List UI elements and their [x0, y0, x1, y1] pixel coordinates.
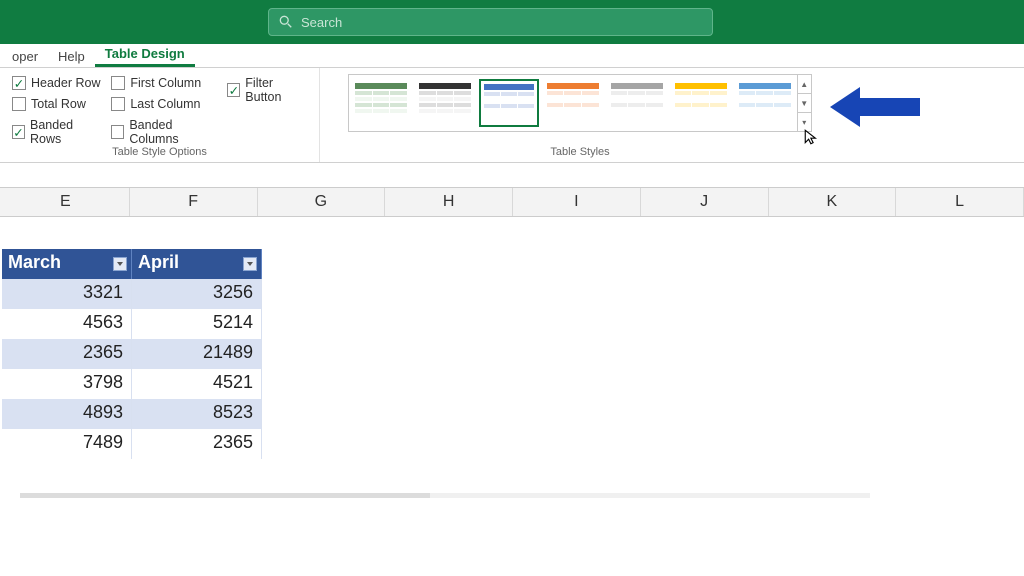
- table-style-thumb-4[interactable]: [543, 79, 603, 127]
- col-header-J[interactable]: J: [641, 188, 769, 216]
- gallery-scroll-up[interactable]: ▲: [798, 75, 811, 94]
- table-styles-gallery: ▲ ▼ ▾: [348, 74, 812, 132]
- tab-table-design[interactable]: Table Design: [95, 42, 195, 67]
- tab-developer[interactable]: oper: [2, 45, 48, 67]
- gallery-scroll-down[interactable]: ▼: [798, 94, 811, 113]
- table-style-thumb-2[interactable]: [415, 79, 475, 127]
- banded-columns-checkbox[interactable]: Banded Columns: [111, 118, 217, 146]
- col-header-L[interactable]: L: [896, 188, 1024, 216]
- first-column-checkbox[interactable]: First Column: [111, 76, 217, 90]
- table-header-april[interactable]: April: [132, 249, 262, 279]
- search-input[interactable]: Search: [268, 8, 713, 36]
- total-row-checkbox[interactable]: Total Row: [12, 97, 101, 111]
- options-group-label: Table Style Options: [0, 146, 319, 160]
- gallery-expand[interactable]: ▾: [798, 113, 811, 131]
- table-row: 33213256: [2, 279, 262, 309]
- title-bar: Search: [0, 0, 1024, 44]
- search-icon: [279, 15, 293, 29]
- table-style-thumb-3-selected[interactable]: [479, 79, 539, 127]
- column-headers: E F G H I J K L: [0, 187, 1024, 217]
- filter-dropdown-april[interactable]: [243, 257, 257, 271]
- gallery-scroll: ▲ ▼ ▾: [797, 75, 811, 131]
- header-row-checkbox[interactable]: ✓Header Row: [12, 76, 101, 90]
- table-style-options-group: ✓Header Row Total Row ✓Banded Rows First…: [0, 68, 320, 162]
- scrollbar-thumb[interactable]: [20, 493, 430, 498]
- banded-rows-checkbox[interactable]: ✓Banded Rows: [12, 118, 101, 146]
- col-header-F[interactable]: F: [130, 188, 258, 216]
- col-header-E[interactable]: E: [2, 188, 130, 216]
- col-header-G[interactable]: G: [258, 188, 386, 216]
- table-style-thumb-5[interactable]: [607, 79, 667, 127]
- search-placeholder: Search: [301, 15, 342, 30]
- table-row: 236521489: [2, 339, 262, 369]
- col-header-I[interactable]: I: [513, 188, 641, 216]
- table-header-march[interactable]: March: [2, 249, 132, 279]
- last-column-checkbox[interactable]: Last Column: [111, 97, 217, 111]
- horizontal-scrollbar[interactable]: [20, 493, 870, 498]
- table-styles-group: ▲ ▼ ▾ Table Styles: [340, 68, 820, 162]
- table-style-thumb-1[interactable]: [351, 79, 411, 127]
- col-header-K[interactable]: K: [769, 188, 897, 216]
- table-row: 48938523: [2, 399, 262, 429]
- table-row: 45635214: [2, 309, 262, 339]
- table-style-thumb-7[interactable]: [735, 79, 795, 127]
- sheet-area: E F G H I J K L March April 33213256 456…: [0, 163, 1024, 459]
- ribbon: ✓Header Row Total Row ✓Banded Rows First…: [0, 68, 1024, 163]
- styles-group-label: Table Styles: [348, 146, 812, 160]
- table-style-thumb-6[interactable]: [671, 79, 731, 127]
- data-table: March April 33213256 45635214 236521489 …: [2, 249, 262, 459]
- table-row: 74892365: [2, 429, 262, 459]
- filter-button-checkbox[interactable]: ✓Filter Button: [227, 76, 307, 104]
- table-header-row: March April: [2, 249, 262, 279]
- table-row: 37984521: [2, 369, 262, 399]
- ribbon-tabs: oper Help Table Design: [0, 44, 1024, 68]
- filter-dropdown-march[interactable]: [113, 257, 127, 271]
- col-header-H[interactable]: H: [385, 188, 513, 216]
- tab-help[interactable]: Help: [48, 45, 95, 67]
